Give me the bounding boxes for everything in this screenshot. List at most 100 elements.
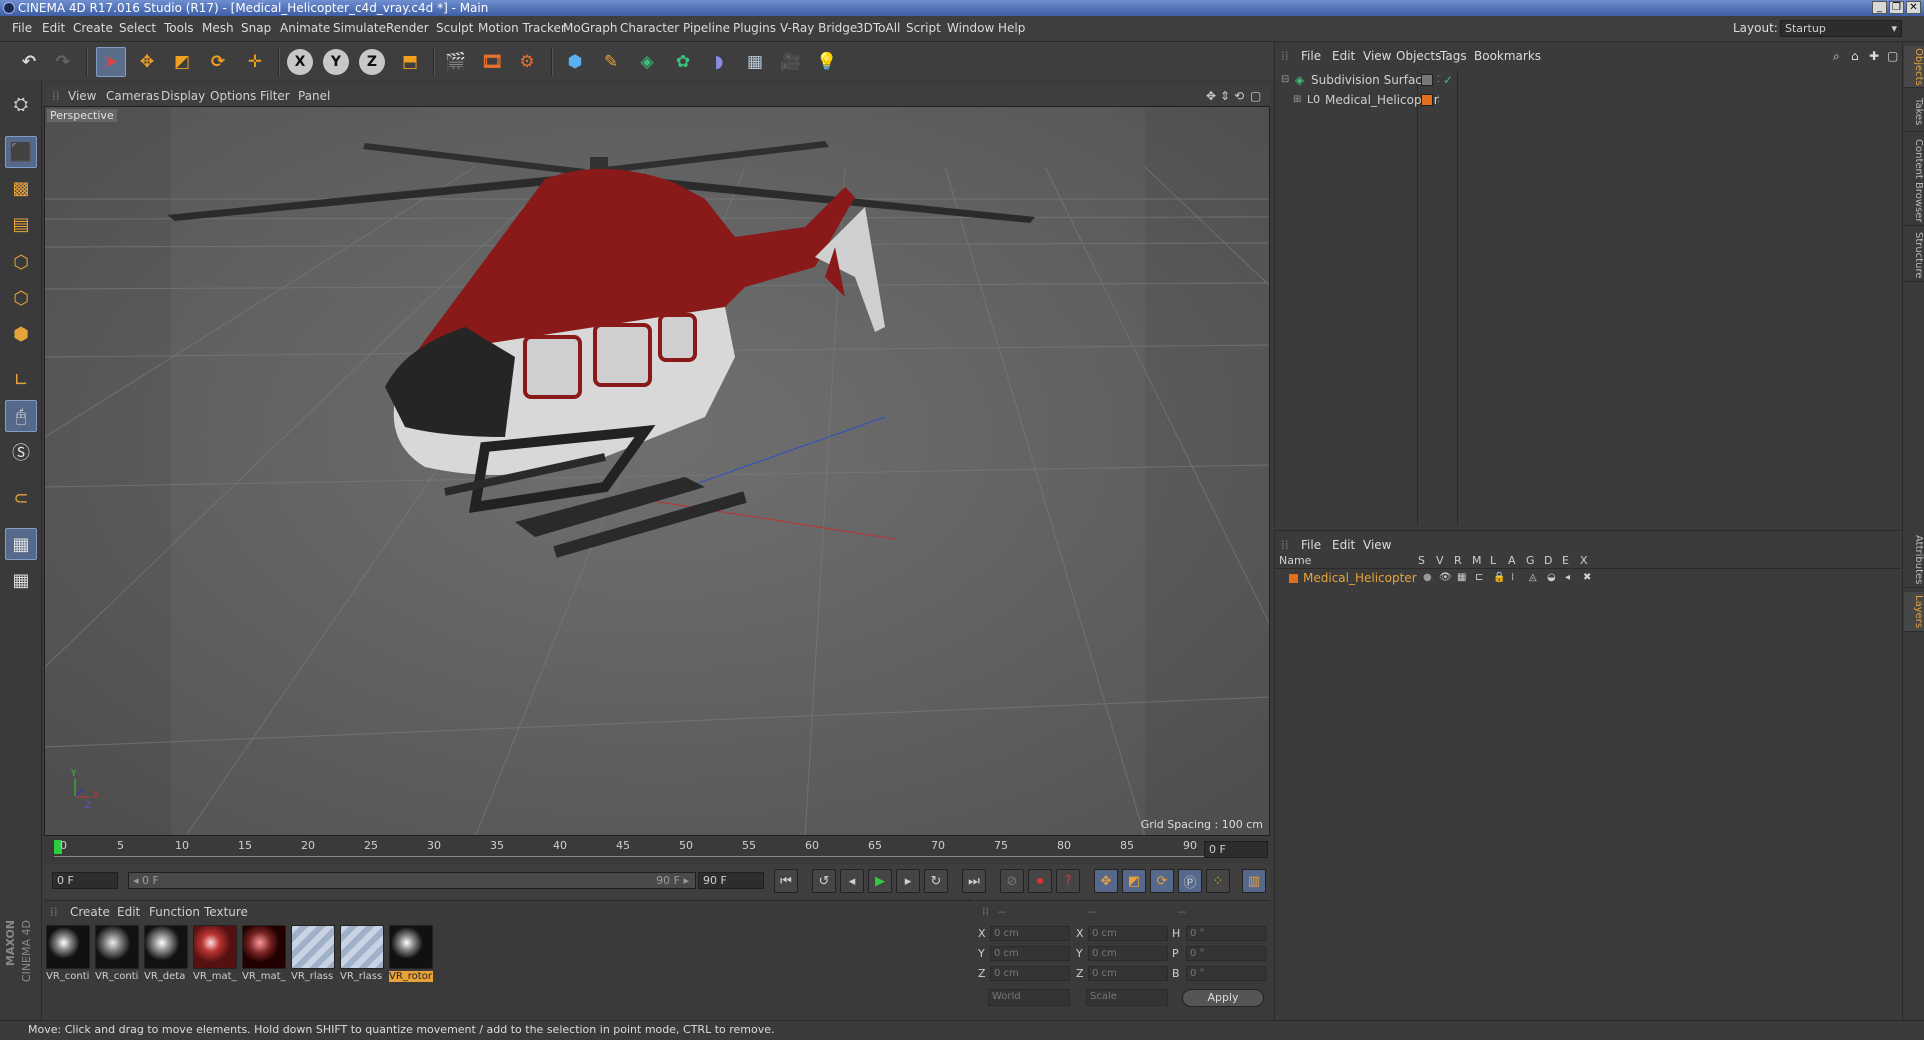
preview-range-slider[interactable]: ◂ 0 F 90 F ▸ — [128, 872, 696, 889]
menu-character[interactable]: Character — [620, 21, 679, 35]
texture-mode-icon[interactable]: ▩ — [5, 172, 37, 204]
col-manager[interactable]: M — [1472, 554, 1482, 567]
polygons-mode-icon[interactable]: ⬢ — [5, 318, 37, 350]
y-axis-lock-button[interactable]: Y — [323, 49, 349, 75]
col-solo[interactable]: S — [1418, 554, 1425, 567]
workplane-lock-icon[interactable]: ▦ — [5, 528, 37, 560]
vp-menu-display[interactable]: Display — [161, 89, 205, 103]
key-position-icon[interactable]: ✥ — [1094, 869, 1118, 893]
current-frame-field[interactable]: 0 F — [1204, 841, 1268, 858]
make-editable-icon[interactable]: ⛭ — [5, 88, 37, 120]
obj-menu-tags[interactable]: Tags — [1440, 49, 1467, 63]
menu-pipeline[interactable]: Pipeline — [683, 21, 730, 35]
toggle-layout-icon[interactable]: ▢ — [1250, 89, 1261, 103]
material-swatch[interactable] — [144, 925, 188, 969]
timeline-window-icon[interactable]: ▥ — [1242, 869, 1266, 893]
scale-tool-icon[interactable]: ◩ — [167, 47, 197, 77]
go-to-start-icon[interactable]: ⏮ — [774, 869, 798, 893]
previous-key-icon[interactable]: ↺ — [812, 869, 836, 893]
animation-icon[interactable]: ⁞ — [1511, 569, 1514, 587]
obj-menu-file[interactable]: File — [1301, 49, 1321, 63]
cube-primitive-icon[interactable]: ⬢ — [560, 47, 590, 77]
collapse-icon[interactable]: ⊟ — [1281, 70, 1289, 90]
apply-button[interactable]: Apply — [1182, 989, 1264, 1007]
pen-spline-icon[interactable]: ✎ — [596, 47, 626, 77]
material-swatch[interactable] — [291, 925, 335, 969]
vp-menu-cameras[interactable]: Cameras — [106, 89, 159, 103]
render-clapper-icon[interactable]: ▦ — [1457, 569, 1466, 587]
subdivision-surface-icon[interactable]: ◈ — [632, 47, 662, 77]
mat-menu-function[interactable]: Function — [149, 905, 200, 919]
tab-objects[interactable]: Objects — [1904, 46, 1924, 88]
menu-render[interactable]: Render — [386, 21, 429, 35]
mat-menu-edit[interactable]: Edit — [117, 905, 140, 919]
menu-sculpt[interactable]: Sculpt — [436, 21, 473, 35]
size-mode-dropdown[interactable]: Scale — [1086, 989, 1168, 1006]
menu-select[interactable]: Select — [119, 21, 156, 35]
menu-vray-bridge[interactable]: V-Ray Bridge — [780, 21, 857, 35]
end-frame-field[interactable]: 90 F — [698, 872, 764, 889]
name-column-header[interactable]: Name — [1279, 554, 1311, 567]
rotate-view-icon[interactable]: ⟲ — [1234, 89, 1244, 103]
next-frame-icon[interactable]: ▸ — [896, 869, 920, 893]
menu-script[interactable]: Script — [906, 21, 941, 35]
material-swatch[interactable] — [340, 925, 384, 969]
search-icon[interactable]: ⌕ — [1833, 49, 1840, 64]
key-scale-icon[interactable]: ◩ — [1122, 869, 1146, 893]
record-keys-icon[interactable]: ⊘ — [1000, 869, 1024, 893]
material-swatch[interactable] — [46, 925, 90, 969]
menu-3dtoall[interactable]: 3DToAll — [856, 21, 900, 35]
previous-frame-icon[interactable]: ◂ — [840, 869, 864, 893]
key-parameter-icon[interactable]: Ⓟ — [1178, 869, 1202, 893]
redo-icon[interactable]: ↷ — [48, 47, 78, 77]
z-axis-lock-button[interactable]: Z — [359, 49, 385, 75]
obj-menu-objects[interactable]: Objects — [1396, 49, 1441, 63]
size-y-field[interactable]: 0 cm — [1088, 946, 1168, 961]
menu-create[interactable]: Create — [73, 21, 113, 35]
axis-mode-icon[interactable]: ∟ — [5, 364, 37, 396]
render-picture-viewer-icon[interactable]: 🎞 — [477, 47, 507, 77]
keyframe-selection-icon[interactable]: ? — [1056, 869, 1080, 893]
view-eye-icon[interactable]: 👁 — [1439, 569, 1452, 587]
zoom-view-icon[interactable]: ⇕ — [1220, 89, 1230, 103]
snap-icon[interactable]: ⊂ — [5, 482, 37, 514]
pos-z-field[interactable]: 0 cm — [990, 966, 1070, 981]
transform-tool-icon[interactable]: ✛ — [240, 47, 270, 77]
x-axis-lock-button[interactable]: X — [287, 49, 313, 75]
menu-help[interactable]: Help — [998, 21, 1025, 35]
col-view[interactable]: V — [1436, 554, 1444, 567]
pan-view-icon[interactable]: ✥ — [1206, 89, 1216, 103]
deformer-icon[interactable]: ◒ — [1547, 569, 1556, 587]
minimize-button[interactable]: _ — [1872, 1, 1887, 14]
points-mode-icon[interactable]: ⬡ — [5, 246, 37, 278]
size-x-field[interactable]: 0 cm — [1088, 926, 1168, 941]
menu-snap[interactable]: Snap — [241, 21, 271, 35]
expression-icon[interactable]: ◂ — [1565, 569, 1570, 587]
home-icon[interactable]: ⌂ — [1851, 49, 1859, 63]
tab-structure[interactable]: Structure — [1904, 230, 1924, 282]
obj-menu-view[interactable]: View — [1363, 49, 1391, 63]
render-dots-icon[interactable]: ⁚ — [1437, 90, 1440, 110]
autokey-icon[interactable]: ⏺ — [1028, 869, 1052, 893]
start-frame-field[interactable]: 0 F — [52, 872, 118, 889]
rot-b-field[interactable]: 0 ° — [1186, 966, 1266, 981]
key-rotation-icon[interactable]: ⟳ — [1150, 869, 1174, 893]
generator-icon[interactable]: ◬ — [1529, 569, 1537, 587]
layer-menu-edit[interactable]: Edit — [1332, 538, 1355, 552]
obj-menu-edit[interactable]: Edit — [1332, 49, 1355, 63]
undo-icon[interactable]: ↶ — [14, 47, 44, 77]
model-mode-icon[interactable]: ⬛ — [5, 136, 37, 168]
vp-menu-options[interactable]: Options — [210, 89, 256, 103]
render-settings-icon[interactable]: ⚙ — [512, 47, 542, 77]
editor-visibility-icon[interactable] — [1421, 74, 1433, 86]
menu-plugins[interactable]: Plugins — [733, 21, 776, 35]
layer-row[interactable]: Medical_Helicopter ● 👁 ▦ ⊏ 🔒 ⁞ ◬ ◒ ◂ ✖ — [1275, 569, 1903, 587]
menu-mesh[interactable]: Mesh — [202, 21, 234, 35]
rot-h-field[interactable]: 0 ° — [1186, 926, 1266, 941]
deformer-icon[interactable]: ◗ — [704, 47, 734, 77]
material-swatch[interactable] — [242, 925, 286, 969]
tweak-mode-icon[interactable]: 🖰 — [5, 400, 37, 432]
camera-icon[interactable]: 🎥 — [776, 47, 806, 77]
rotate-tool-icon[interactable]: ⟳ — [203, 47, 233, 77]
menu-edit[interactable]: Edit — [42, 21, 65, 35]
